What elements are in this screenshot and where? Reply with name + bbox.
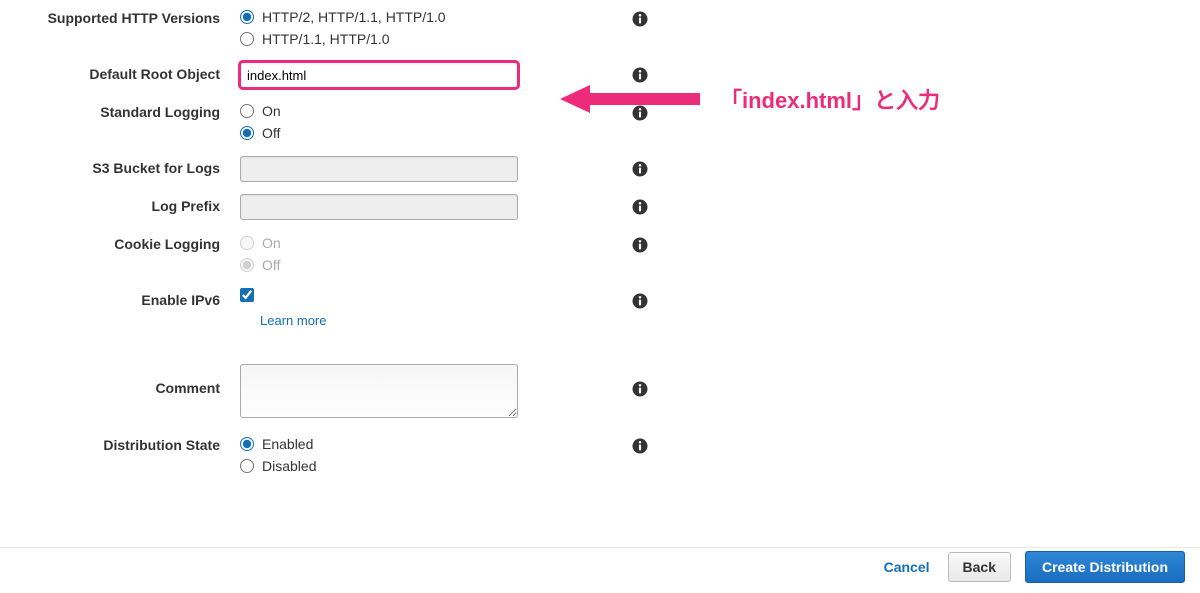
input-log-prefix[interactable] [240,194,518,220]
input-s3-bucket[interactable] [240,156,518,182]
info-icon[interactable] [631,104,649,125]
label-log-prefix: Log Prefix [40,194,240,214]
radio-cookielog-off [240,258,254,272]
control-standard-logging: On Off [240,100,520,144]
radio-http11[interactable] [240,32,254,46]
row-standard-logging: Standard Logging On Off [40,94,720,150]
row-cookie-logging: Cookie Logging On Off [40,226,720,282]
radio-cookielog-on [240,236,254,250]
info-icon[interactable] [631,198,649,219]
radio-stdlog-off[interactable] [240,126,254,140]
label-standard-logging: Standard Logging [40,100,240,120]
label-distribution-state: Distribution State [40,433,240,453]
footer-actions: Cancel Back Create Distribution [880,551,1185,583]
link-learn-more-ipv6[interactable]: Learn more [260,313,326,328]
row-enable-ipv6: Enable IPv6 Learn more [40,282,720,334]
control-cookie-logging: On Off [240,232,520,276]
textarea-comment[interactable] [240,364,518,418]
radio-diststate-enabled-label: Enabled [262,436,313,452]
label-supported-http-versions: Supported HTTP Versions [40,6,240,26]
radio-stdlog-on-label: On [262,103,281,119]
control-supported-http-versions: HTTP/2, HTTP/1.1, HTTP/1.0 HTTP/1.1, HTT… [240,6,520,50]
label-cookie-logging: Cookie Logging [40,232,240,252]
radio-diststate-disabled[interactable] [240,459,254,473]
label-default-root-object: Default Root Object [40,62,240,82]
control-distribution-state: Enabled Disabled [240,433,520,477]
radio-stdlog-on[interactable] [240,104,254,118]
row-default-root-object: Default Root Object [40,56,720,94]
info-icon[interactable] [631,66,649,87]
row-log-prefix: Log Prefix [40,188,720,226]
row-s3-bucket: S3 Bucket for Logs [40,150,720,188]
row-comment: Comment [40,358,720,427]
radio-http2[interactable] [240,10,254,24]
distribution-settings-form: Supported HTTP Versions HTTP/2, HTTP/1.1… [40,0,720,483]
info-icon[interactable] [631,437,649,458]
annotation-text: 「index.html」と入力 [720,83,940,115]
info-icon[interactable] [631,160,649,181]
create-distribution-button[interactable]: Create Distribution [1025,551,1185,583]
checkbox-enable-ipv6[interactable] [240,288,254,302]
back-button[interactable]: Back [948,552,1011,582]
radio-http2-label: HTTP/2, HTTP/1.1, HTTP/1.0 [262,9,446,25]
radio-diststate-disabled-label: Disabled [262,458,316,474]
radio-stdlog-off-label: Off [262,125,280,141]
cancel-button[interactable]: Cancel [880,553,934,581]
row-supported-http-versions: Supported HTTP Versions HTTP/2, HTTP/1.1… [40,0,720,56]
row-distribution-state: Distribution State Enabled Disabled [40,427,720,483]
radio-cookielog-on-label: On [262,235,281,251]
input-default-root-object[interactable] [240,62,518,88]
info-icon[interactable] [631,10,649,31]
label-enable-ipv6: Enable IPv6 [40,288,240,308]
radio-cookielog-off-label: Off [262,257,280,273]
info-icon[interactable] [631,292,649,313]
info-icon[interactable] [631,380,649,401]
info-icon[interactable] [631,236,649,257]
label-comment: Comment [40,364,240,396]
label-s3-bucket: S3 Bucket for Logs [40,156,240,176]
radio-diststate-enabled[interactable] [240,437,254,451]
radio-http11-label: HTTP/1.1, HTTP/1.0 [262,31,390,47]
footer-separator [0,547,1200,548]
